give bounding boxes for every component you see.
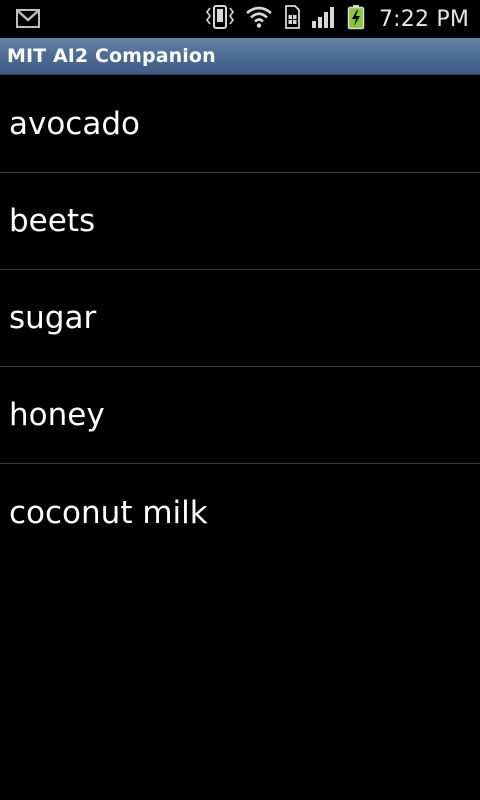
signal-icon (311, 5, 337, 33)
app-title-bar: MIT AI2 Companion (0, 38, 480, 75)
status-bar: 7:22 PM (0, 0, 480, 38)
sim-icon (283, 5, 301, 33)
list-item[interactable]: coconut milk (0, 464, 480, 561)
wifi-icon (245, 5, 273, 33)
vibrate-icon (205, 4, 235, 34)
list-item-label: beets (9, 203, 96, 239)
list-item[interactable]: beets (0, 173, 480, 270)
list-item[interactable]: sugar (0, 270, 480, 367)
item-list: avocado beets sugar honey coconut milk (0, 76, 480, 561)
list-item-label: sugar (9, 300, 97, 336)
app-title: MIT AI2 Companion (7, 45, 216, 67)
list-item-label: avocado (9, 106, 140, 142)
list-item[interactable]: honey (0, 367, 480, 464)
status-time: 7:22 PM (378, 6, 469, 32)
list-item-label: coconut milk (9, 494, 208, 531)
battery-charging-icon (347, 4, 365, 34)
gmail-icon (16, 9, 40, 32)
list-item[interactable]: avocado (0, 76, 480, 173)
list-item-label: honey (9, 397, 105, 433)
